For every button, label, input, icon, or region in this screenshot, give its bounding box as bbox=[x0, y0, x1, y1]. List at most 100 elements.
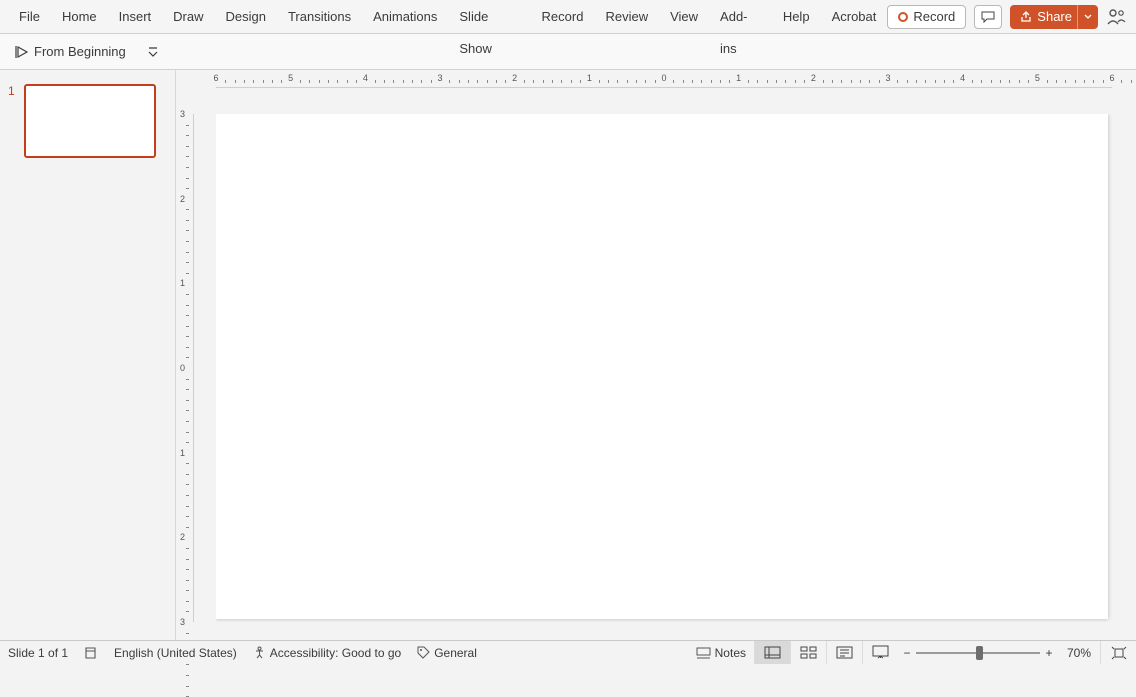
v-ruler-tick bbox=[186, 527, 189, 528]
tab-animations[interactable]: Animations bbox=[362, 1, 448, 33]
tab-design[interactable]: Design bbox=[215, 1, 277, 33]
h-ruler-tick bbox=[795, 80, 796, 83]
status-accessibility[interactable]: Accessibility: Good to go bbox=[245, 641, 409, 664]
h-ruler-tick bbox=[328, 80, 329, 83]
h-ruler-tick bbox=[851, 80, 852, 83]
h-ruler-tick bbox=[767, 80, 768, 83]
v-ruler-mark: 3 bbox=[180, 109, 185, 119]
comments-button[interactable] bbox=[974, 5, 1002, 29]
h-ruler-tick bbox=[1075, 80, 1076, 83]
h-ruler-tick bbox=[645, 80, 646, 83]
v-ruler-tick bbox=[186, 294, 189, 295]
h-ruler-tick bbox=[356, 80, 357, 83]
h-ruler-tick bbox=[804, 80, 805, 83]
chevron-down-icon bbox=[1084, 13, 1092, 21]
h-ruler-mark: 6 bbox=[1109, 73, 1114, 83]
v-ruler-tick bbox=[186, 273, 189, 274]
h-ruler-tick bbox=[263, 80, 264, 83]
slide-thumbnail-row[interactable]: 1 bbox=[0, 80, 175, 162]
tab-draw[interactable]: Draw bbox=[162, 1, 214, 33]
status-spellcheck[interactable] bbox=[76, 641, 106, 664]
h-ruler-tick bbox=[776, 80, 777, 83]
v-ruler-tick bbox=[186, 305, 189, 306]
h-ruler-tick bbox=[757, 80, 758, 83]
status-bar: Slide 1 of 1 English (United States) Acc… bbox=[0, 640, 1136, 664]
chevron-down-bar-icon bbox=[148, 46, 158, 58]
record-button-label: Record bbox=[913, 9, 955, 24]
tab-insert[interactable]: Insert bbox=[108, 1, 163, 33]
share-dropdown[interactable] bbox=[1077, 5, 1092, 29]
tab-transitions[interactable]: Transitions bbox=[277, 1, 362, 33]
v-ruler-tick bbox=[186, 357, 189, 358]
tab-add-ins[interactable]: Add-ins bbox=[709, 1, 772, 33]
view-normal-button[interactable] bbox=[754, 641, 790, 664]
notes-toggle[interactable]: Notes bbox=[688, 641, 754, 664]
h-ruler-tick bbox=[748, 80, 749, 83]
zoom-slider[interactable] bbox=[916, 641, 1040, 664]
h-ruler-tick bbox=[673, 80, 674, 83]
h-ruler-mark: 1 bbox=[587, 73, 592, 83]
h-ruler-tick bbox=[375, 80, 376, 83]
share-button[interactable]: Share bbox=[1010, 5, 1098, 29]
tab-slide-show[interactable]: Slide Show bbox=[448, 1, 530, 33]
h-ruler-tick bbox=[944, 80, 945, 83]
quick-access-bar: From Beginning bbox=[0, 34, 1136, 70]
zoom-slider-thumb[interactable] bbox=[976, 646, 983, 660]
from-beginning-button[interactable]: From Beginning bbox=[6, 39, 134, 65]
tab-review[interactable]: Review bbox=[594, 1, 659, 33]
record-button[interactable]: Record bbox=[887, 5, 966, 29]
h-ruler-mark: 2 bbox=[512, 73, 517, 83]
status-language[interactable]: English (United States) bbox=[106, 641, 245, 664]
v-ruler-tick bbox=[186, 590, 189, 591]
fit-to-window-button[interactable] bbox=[1100, 641, 1136, 664]
slide-canvas-area[interactable] bbox=[216, 114, 1112, 622]
v-ruler-tick bbox=[186, 686, 189, 687]
h-ruler-tick bbox=[991, 80, 992, 83]
tab-home[interactable]: Home bbox=[51, 1, 108, 33]
workspace: 1 6543210123456 3210123 bbox=[0, 70, 1136, 640]
h-ruler-tick bbox=[729, 80, 730, 83]
h-ruler-tick bbox=[869, 80, 870, 83]
h-ruler-tick bbox=[981, 80, 982, 83]
v-ruler-tick bbox=[186, 484, 189, 485]
v-ruler-tick bbox=[186, 559, 189, 560]
spellcheck-icon bbox=[84, 646, 98, 660]
h-ruler-tick bbox=[225, 80, 226, 83]
view-slideshow-button[interactable] bbox=[862, 641, 898, 664]
h-ruler-tick bbox=[1000, 80, 1001, 83]
view-slide-sorter-button[interactable] bbox=[790, 641, 826, 664]
tab-file[interactable]: File bbox=[8, 1, 51, 33]
v-ruler-tick bbox=[186, 463, 189, 464]
zoom-percentage[interactable]: 70% bbox=[1058, 646, 1100, 660]
h-ruler-tick bbox=[1009, 80, 1010, 83]
v-ruler-mark: 2 bbox=[180, 194, 185, 204]
vertical-ruler[interactable]: 3210123 bbox=[176, 114, 194, 622]
slide-thumbnail[interactable] bbox=[24, 84, 156, 158]
h-ruler-mark: 6 bbox=[213, 73, 218, 83]
v-ruler-tick bbox=[186, 442, 189, 443]
horizontal-ruler[interactable]: 6543210123456 bbox=[216, 70, 1112, 88]
tab-acrobat[interactable]: Acrobat bbox=[821, 1, 888, 33]
notes-label: Notes bbox=[715, 646, 746, 660]
quick-access-customize[interactable] bbox=[144, 39, 162, 65]
share-button-label: Share bbox=[1037, 9, 1072, 24]
account-button[interactable] bbox=[1106, 7, 1126, 27]
tab-view[interactable]: View bbox=[659, 1, 709, 33]
view-reading-button[interactable] bbox=[826, 641, 862, 664]
v-ruler-tick bbox=[186, 135, 189, 136]
h-ruler-tick bbox=[347, 80, 348, 83]
status-sensitivity[interactable]: General bbox=[409, 641, 485, 664]
zoom-out-button[interactable]: − bbox=[898, 646, 916, 660]
h-ruler-tick bbox=[561, 80, 562, 83]
tab-record[interactable]: Record bbox=[531, 1, 595, 33]
share-icon bbox=[1020, 11, 1032, 23]
h-ruler-tick bbox=[1047, 80, 1048, 83]
h-ruler-tick bbox=[1056, 80, 1057, 83]
v-ruler-mark: 1 bbox=[180, 278, 185, 288]
zoom-in-button[interactable]: + bbox=[1040, 646, 1058, 660]
h-ruler-tick bbox=[860, 80, 861, 83]
v-ruler-tick bbox=[186, 209, 189, 210]
accessibility-icon bbox=[253, 646, 266, 659]
slide-canvas[interactable] bbox=[216, 114, 1108, 619]
tab-help[interactable]: Help bbox=[772, 1, 821, 33]
